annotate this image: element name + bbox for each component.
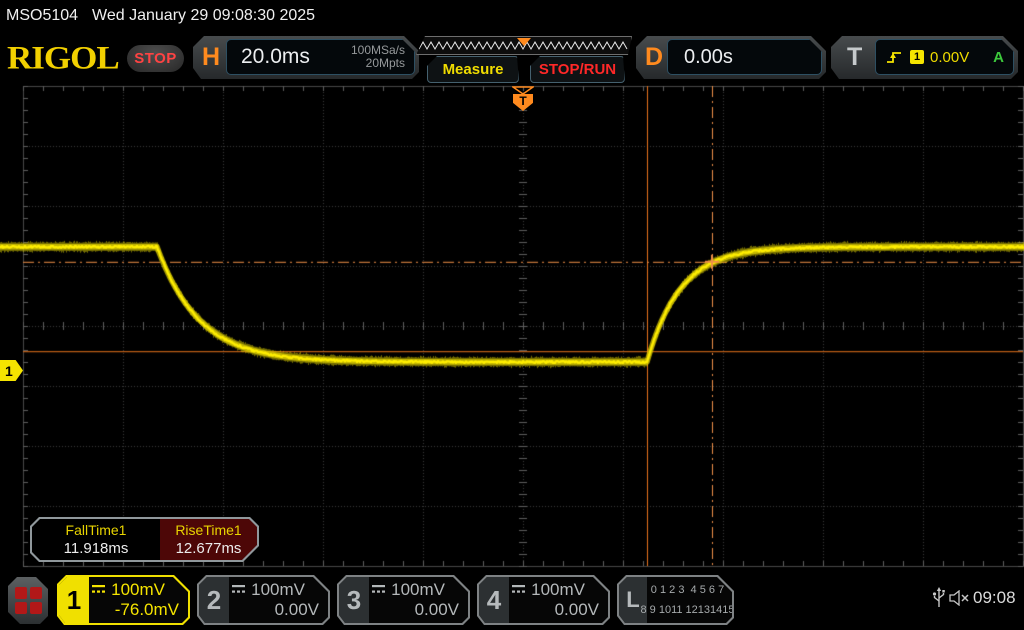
falltime-label: FallTime1 <box>65 522 127 538</box>
datetime: Wed January 29 09:08:30 2025 <box>92 7 316 24</box>
delay-value: 0.00s <box>684 45 733 68</box>
delay-box[interactable]: 0.00s <box>667 39 822 75</box>
logic-row1: 0 1 2 3 4 5 6 7 <box>650 583 725 596</box>
measurement-risetime[interactable]: RiseTime1 12.677ms <box>160 519 257 560</box>
channel-4-scale: 100mV <box>531 579 585 599</box>
channel-4-number: 4 <box>479 577 509 623</box>
horizontal-panel[interactable]: H 20.0ms 100MSa/s 20Mpts <box>193 36 419 79</box>
usb-icon <box>932 587 945 607</box>
delay-panel[interactable]: D 0.00s <box>636 36 826 79</box>
run-state-badge: STOP <box>127 45 184 72</box>
rigol-logo: RIGOL <box>7 38 120 77</box>
channel-1-offset: -76.0mV <box>114 600 179 620</box>
timebase-value: 20.0ms <box>241 45 310 68</box>
speaker-muted-icon <box>949 590 969 606</box>
dc-coupling-icon <box>91 584 106 595</box>
measurement-falltime[interactable]: FallTime1 11.918ms <box>32 519 160 560</box>
trigger-edge-rising-icon <box>886 50 902 65</box>
trigger-position-marker[interactable]: T <box>512 86 534 112</box>
clock: 09:08 <box>973 588 1016 607</box>
logic-channels-panel[interactable]: L 0 1 2 3 4 5 6 7 8 9 1011 12131415 <box>617 575 734 625</box>
trigger-box[interactable]: 1 0.00V A <box>875 39 1014 75</box>
channel-2-offset: 0.00V <box>274 600 319 620</box>
waveform-canvas <box>0 85 1024 569</box>
trigger-source-badge: 1 <box>910 50 924 64</box>
channel-3-number: 3 <box>339 577 369 623</box>
dc-coupling-icon <box>231 584 246 595</box>
status-bar: MSO5104 Wed January 29 09:08:30 2025 <box>6 7 315 25</box>
channel-3-panel[interactable]: 3 100mV 0.00V <box>337 575 470 625</box>
dc-coupling-icon <box>511 584 526 595</box>
menu-grid-icon <box>15 587 42 614</box>
model-name: MSO5104 <box>6 7 79 24</box>
channel-2-number: 2 <box>199 577 229 623</box>
trigger-position-outline-icon <box>512 86 534 95</box>
measure-button[interactable]: Measure <box>427 56 519 83</box>
logic-label: L <box>619 577 647 623</box>
timebase-box[interactable]: 20.0ms 100MSa/s 20Mpts <box>226 39 415 75</box>
delay-label: D <box>645 43 664 71</box>
overview-zigzag-icon <box>417 37 631 54</box>
trigger-label: T <box>847 43 863 71</box>
menu-button[interactable] <box>8 577 48 624</box>
trigger-t-icon: T <box>513 94 533 111</box>
stop-run-button[interactable]: STOP/RUN <box>530 56 625 83</box>
channel-2-scale: 100mV <box>251 579 305 599</box>
memory-depth: 20Mpts <box>365 56 405 70</box>
measurement-panel[interactable]: FallTime1 11.918ms RiseTime1 12.677ms <box>30 517 259 562</box>
channel-1-panel[interactable]: 1 100mV -76.0mV <box>57 575 190 625</box>
horizontal-label: H <box>202 43 221 71</box>
sample-rate: 100MSa/s <box>350 43 405 57</box>
channel-4-offset: 0.00V <box>554 600 599 620</box>
channel-1-number: 1 <box>59 577 89 623</box>
risetime-value: 12.677ms <box>175 540 242 557</box>
channel-2-panel[interactable]: 2 100mV 0.00V <box>197 575 330 625</box>
trigger-level-value: 0.00V <box>930 48 970 66</box>
logic-row2: 8 9 1011 12131415 <box>640 603 735 616</box>
channel-3-offset: 0.00V <box>414 600 459 620</box>
risetime-label: RiseTime1 <box>175 522 242 538</box>
channel-4-panel[interactable]: 4 100mV 0.00V <box>477 575 610 625</box>
oscilloscope-screen: MSO5104 Wed January 29 09:08:30 2025 RIGO… <box>0 0 1024 630</box>
channel-1-scale: 100mV <box>111 579 165 599</box>
dc-coupling-icon <box>371 584 386 595</box>
trigger-mode: A <box>993 48 1004 66</box>
channel-3-scale: 100mV <box>391 579 445 599</box>
waveform-overview-strip[interactable] <box>416 36 632 55</box>
falltime-value: 11.918ms <box>63 540 129 557</box>
trigger-panel[interactable]: T 1 0.00V A <box>831 36 1018 79</box>
